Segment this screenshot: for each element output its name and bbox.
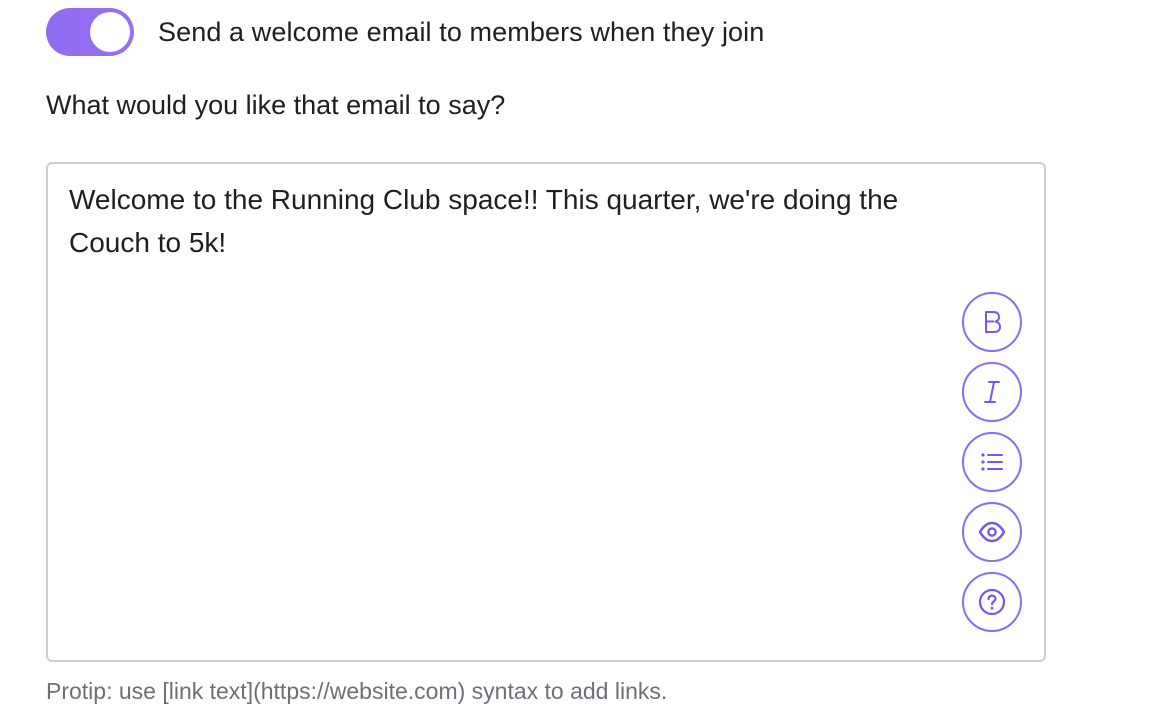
- email-message-editor[interactable]: Welcome to the Running Club space!! This…: [46, 162, 1046, 662]
- welcome-email-settings: Send a welcome email to members when the…: [0, 0, 1168, 726]
- help-icon: [977, 587, 1007, 617]
- protip-text: Protip: use [link text](https://website.…: [46, 678, 668, 704]
- bold-icon: [978, 308, 1006, 336]
- welcome-email-toggle-label: Send a welcome email to members when the…: [158, 16, 765, 47]
- email-message-text[interactable]: Welcome to the Running Club space!! This…: [69, 178, 929, 264]
- toggle-knob: [90, 12, 130, 52]
- preview-eye-icon: [977, 517, 1007, 547]
- editor-toolbar: [962, 292, 1022, 632]
- welcome-email-toggle-row: Send a welcome email to members when the…: [46, 8, 764, 56]
- bold-button[interactable]: [962, 292, 1022, 352]
- italic-icon: [978, 378, 1006, 406]
- email-message-question: What would you like that email to say?: [46, 90, 506, 120]
- italic-button[interactable]: [962, 362, 1022, 422]
- help-button[interactable]: [962, 572, 1022, 632]
- preview-button[interactable]: [962, 502, 1022, 562]
- welcome-email-toggle[interactable]: [46, 8, 134, 56]
- list-icon: [978, 448, 1006, 476]
- list-button[interactable]: [962, 432, 1022, 492]
